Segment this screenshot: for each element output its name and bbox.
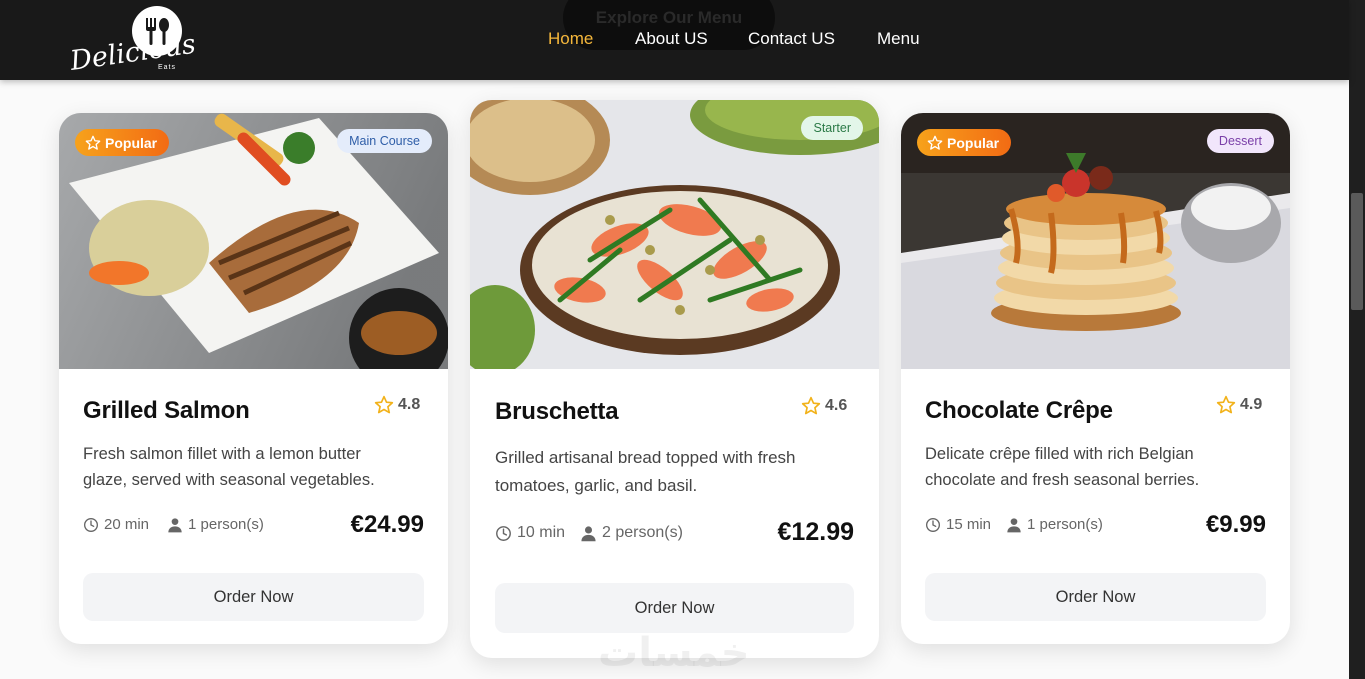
price: €24.99 (350, 511, 424, 538)
nav-menu[interactable]: Menu (877, 29, 920, 49)
food-image: Popular Dessert (901, 113, 1290, 369)
order-now-button[interactable]: Order Now (83, 573, 424, 621)
prep-time: 15 min (925, 516, 991, 533)
food-image: Starter (470, 100, 879, 369)
scrollbar-track[interactable] (1349, 0, 1365, 679)
rating: 4.6 (801, 396, 847, 416)
dish-description: Delicate crêpe filled with rich Belgian … (925, 445, 1200, 489)
menu-card-grilled-salmon: Popular Main Course Grilled Salmon 4.8 F… (59, 113, 448, 644)
category-badge: Starter (801, 116, 863, 140)
dish-title: Grilled Salmon (83, 397, 250, 424)
person-icon (1007, 517, 1021, 532)
rating: 4.8 (374, 395, 420, 415)
scrollbar-thumb[interactable] (1351, 193, 1363, 310)
watermark: خمسات (598, 630, 750, 670)
category-badge: Main Course (337, 129, 432, 153)
top-navbar: Explore Our Menu Delicious Eats Home Abo… (0, 0, 1349, 80)
star-outline-icon (85, 135, 101, 150)
order-now-button[interactable]: Order Now (925, 573, 1266, 621)
price: €12.99 (777, 518, 854, 546)
dish-description: Fresh salmon fillet with a lemon butter … (83, 445, 375, 489)
popular-badge: Popular (75, 129, 170, 156)
price: €9.99 (1205, 511, 1266, 538)
menu-card-chocolate-crepe: Popular Dessert Chocolate Crêpe 4.9 Deli… (901, 113, 1290, 644)
food-image: Popular Main Course (59, 113, 448, 369)
nav-home[interactable]: Home (548, 29, 593, 49)
clock-icon (84, 517, 98, 532)
popular-badge: Popular (917, 129, 1012, 156)
nav-about[interactable]: About US (635, 29, 708, 49)
dish-title: Bruschetta (495, 398, 619, 425)
star-icon (374, 395, 394, 414)
star-outline-icon (927, 135, 943, 150)
clock-icon (926, 517, 940, 532)
nav-contact[interactable]: Contact US (748, 29, 835, 49)
category-badge: Dessert (1206, 129, 1274, 153)
main-nav: Home About US Contact US Menu (0, 0, 1349, 80)
prep-time: 20 min (83, 516, 149, 533)
person-icon (168, 517, 182, 532)
menu-card-bruschetta: Starter Bruschetta 4.6 Grilled artisanal… (470, 100, 879, 658)
person-icon (581, 525, 596, 541)
clock-icon (496, 525, 511, 541)
servings: 1 person(s) (167, 516, 264, 533)
dish-description: Grilled artisanal bread topped with fres… (495, 448, 796, 495)
star-icon (801, 396, 821, 415)
bruschetta-image-icon (470, 100, 879, 369)
prep-time: 10 min (495, 524, 565, 542)
order-now-button[interactable]: Order Now (495, 583, 854, 633)
rating: 4.9 (1216, 395, 1262, 415)
dish-title: Chocolate Crêpe (925, 397, 1113, 424)
servings: 1 person(s) (1006, 516, 1103, 533)
servings: 2 person(s) (580, 524, 683, 542)
star-icon (1216, 395, 1236, 414)
